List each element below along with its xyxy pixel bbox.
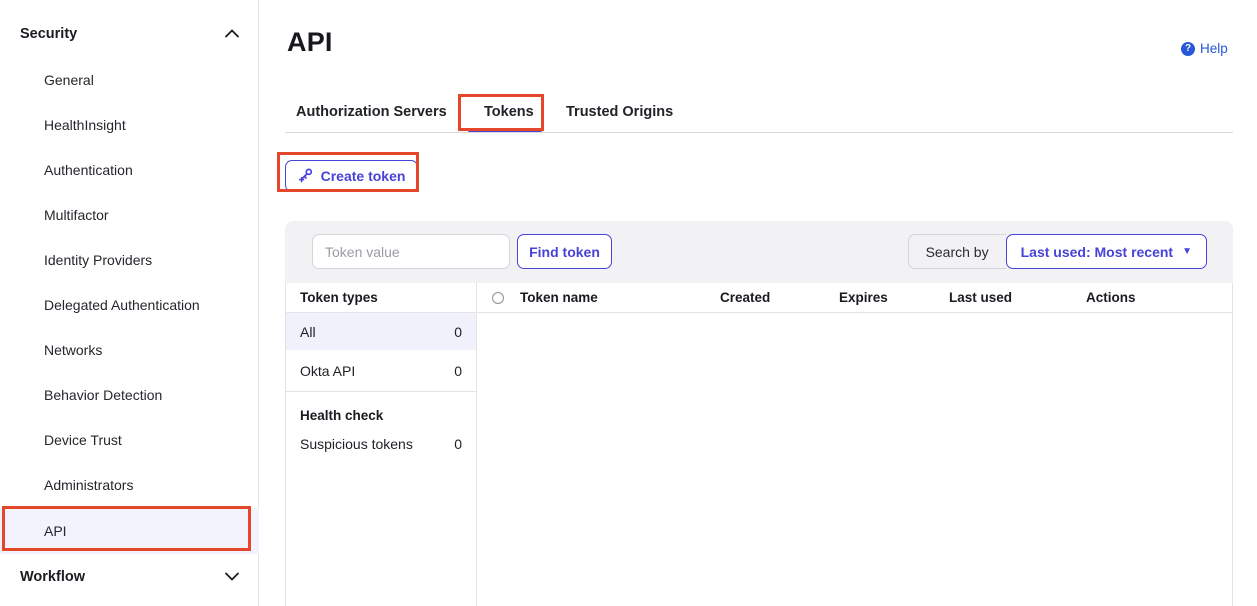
token-type-all-row[interactable]: All 0 xyxy=(286,313,476,350)
filter-bar: Find token Search by Last used: Most rec… xyxy=(285,221,1233,283)
tokens-table: Token types Token name Created Expires L… xyxy=(285,283,1233,606)
tab-authorization-servers[interactable]: Authorization Servers xyxy=(296,104,447,120)
help-label: Help xyxy=(1200,41,1228,56)
token-types-panel: All 0 Okta API 0 Health check Suspicious… xyxy=(286,313,476,452)
sidebar-item-authentication[interactable]: Authentication xyxy=(0,148,259,193)
sidebar-item-device-trust[interactable]: Device Trust xyxy=(0,418,259,463)
workflow-section-label: Workflow xyxy=(20,569,85,585)
tab-tokens[interactable]: Tokens xyxy=(484,104,534,120)
help-link[interactable]: ? Help xyxy=(1181,41,1228,56)
token-type-count: 0 xyxy=(454,363,462,379)
sort-dropdown[interactable]: Last used: Most recent ▼ xyxy=(1006,234,1207,269)
tab-trusted-origins[interactable]: Trusted Origins xyxy=(566,104,673,120)
token-type-count: 0 xyxy=(454,436,462,452)
dropdown-caret-icon: ▼ xyxy=(1182,247,1192,257)
create-token-label: Create token xyxy=(321,168,406,184)
sort-dropdown-value: Last used: Most recent xyxy=(1021,244,1173,260)
sidebar-section-security[interactable]: Security xyxy=(20,20,239,48)
token-types-header: Token types xyxy=(300,283,378,313)
select-all-checkbox[interactable] xyxy=(492,292,504,304)
token-type-label: Suspicious tokens xyxy=(300,436,413,452)
column-actions: Actions xyxy=(1086,283,1136,313)
chevron-down-icon xyxy=(225,568,239,586)
sidebar-item-multifactor[interactable]: Multifactor xyxy=(0,193,259,238)
token-type-label: All xyxy=(300,324,316,340)
search-by-group: Search by Last used: Most recent ▼ xyxy=(908,234,1207,269)
create-token-button[interactable]: Create token xyxy=(285,160,418,192)
find-token-button[interactable]: Find token xyxy=(517,234,612,269)
help-question-icon: ? xyxy=(1181,42,1195,56)
page-title: API xyxy=(287,27,333,58)
sidebar-item-healthinsight[interactable]: HealthInsight xyxy=(0,103,259,148)
key-plus-icon xyxy=(298,167,314,186)
sidebar-item-general[interactable]: General xyxy=(0,58,259,103)
sidebar-item-identity-providers[interactable]: Identity Providers xyxy=(0,238,259,283)
token-type-okta-api-row[interactable]: Okta API 0 xyxy=(286,350,476,392)
token-types-divider xyxy=(476,283,477,606)
column-token-name: Token name xyxy=(520,283,598,313)
column-last-used: Last used xyxy=(949,283,1012,313)
sidebar-item-api[interactable]: API xyxy=(0,508,259,554)
chevron-up-icon xyxy=(225,25,239,43)
sidebar-item-networks[interactable]: Networks xyxy=(0,328,259,373)
column-created: Created xyxy=(720,283,770,313)
token-type-count: 0 xyxy=(454,324,462,340)
sidebar: Security General HealthInsight Authentic… xyxy=(0,0,259,606)
sidebar-item-administrators[interactable]: Administrators xyxy=(0,463,259,508)
health-check-subheader: Health check xyxy=(286,392,476,423)
security-section-label: Security xyxy=(20,26,77,42)
tab-bar-divider xyxy=(285,132,1233,133)
sidebar-section-workflow[interactable]: Workflow xyxy=(20,563,239,591)
search-by-label: Search by xyxy=(908,234,1006,269)
suspicious-tokens-row[interactable]: Suspicious tokens 0 xyxy=(286,423,476,452)
token-value-input[interactable] xyxy=(312,234,510,269)
token-type-label: Okta API xyxy=(300,363,355,379)
page: Security General HealthInsight Authentic… xyxy=(0,0,1257,606)
column-expires: Expires xyxy=(839,283,888,313)
active-tab-underline xyxy=(468,129,542,132)
table-header-row: Token types Token name Created Expires L… xyxy=(286,283,1232,313)
sidebar-nav: General HealthInsight Authentication Mul… xyxy=(0,58,259,554)
sidebar-item-delegated-authentication[interactable]: Delegated Authentication xyxy=(0,283,259,328)
sidebar-item-behavior-detection[interactable]: Behavior Detection xyxy=(0,373,259,418)
